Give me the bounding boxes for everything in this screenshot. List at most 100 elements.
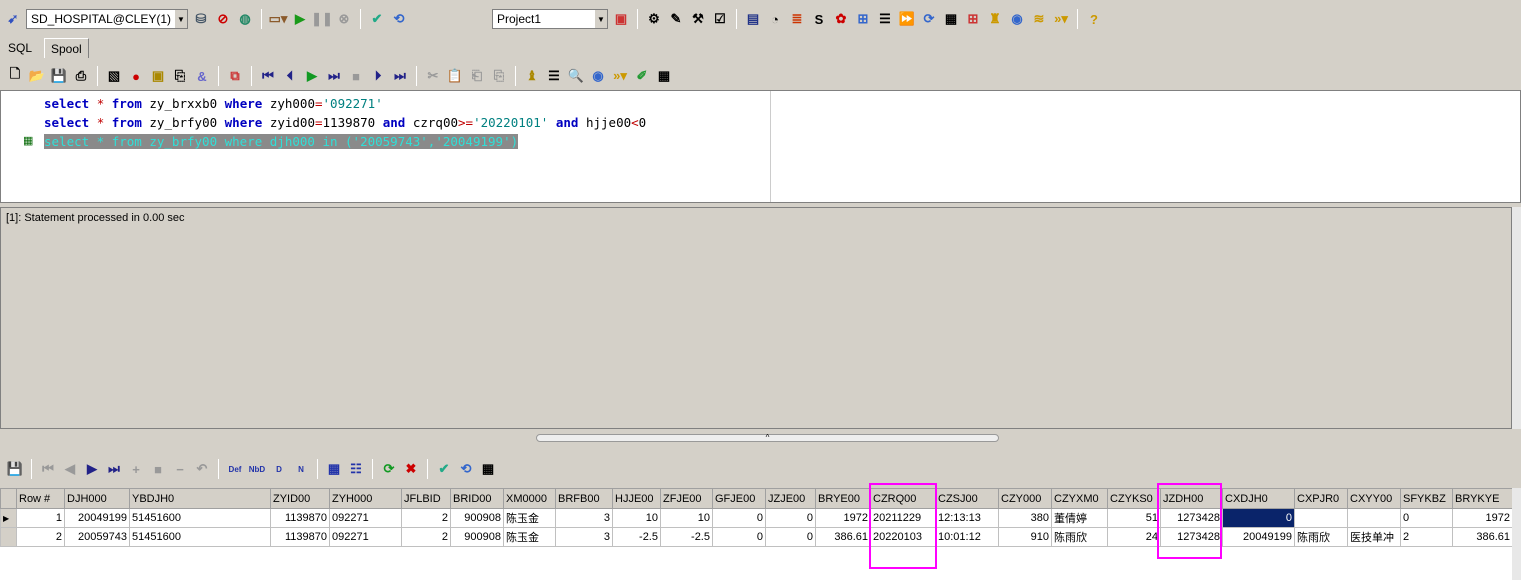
substitution-icon[interactable]: & bbox=[193, 67, 211, 85]
forward-icon[interactable]: ⏩ bbox=[898, 10, 916, 28]
refresh-icon[interactable]: ⟳ bbox=[380, 460, 398, 478]
column-header-djh000[interactable]: DJH000 bbox=[64, 488, 130, 509]
list-icon[interactable]: ☰ bbox=[545, 67, 563, 85]
cell-sfykbz[interactable]: 2 bbox=[1400, 527, 1453, 547]
connection-select[interactable]: SD_HOSPITAL@CLEY(1) ▼ bbox=[26, 9, 188, 29]
cell-cxpjr0[interactable] bbox=[1294, 508, 1348, 528]
cell-row[interactable]: 1 bbox=[16, 508, 65, 528]
n-icon[interactable]: N bbox=[292, 460, 310, 478]
snippet-icon[interactable]: »▾ bbox=[611, 67, 629, 85]
delete-record-icon[interactable]: − bbox=[171, 460, 189, 478]
column-header-czy000[interactable]: CZY000 bbox=[998, 488, 1052, 509]
sql-window-icon[interactable]: ▤ bbox=[744, 10, 762, 28]
stop-icon[interactable]: ■ bbox=[347, 67, 365, 85]
cell-zyid00[interactable]: 1139870 bbox=[270, 527, 330, 547]
column-header-brykye[interactable]: BRYKYE bbox=[1452, 488, 1513, 509]
record-view-icon[interactable]: ☷ bbox=[347, 460, 365, 478]
cell-czyxm0[interactable]: 董倩婷 bbox=[1051, 508, 1108, 528]
commit-icon[interactable]: ✔ bbox=[435, 460, 453, 478]
output-scrollbar[interactable] bbox=[1512, 207, 1521, 429]
connect-icon[interactable]: ➹ bbox=[4, 10, 22, 28]
cell-cxyy00[interactable]: 医技单冲 bbox=[1347, 527, 1401, 547]
column-header-ybdjh0[interactable]: YBDJH0 bbox=[129, 488, 271, 509]
copy-icon[interactable]: ⧉ bbox=[226, 67, 244, 85]
grid-icon[interactable]: ⊞ bbox=[964, 10, 982, 28]
row-indicator[interactable]: ▶ bbox=[0, 508, 17, 528]
tab-sql[interactable]: SQL bbox=[2, 38, 39, 58]
insert-record-icon[interactable]: + bbox=[127, 460, 145, 478]
cell-zyh000[interactable]: 092271 bbox=[329, 508, 402, 528]
last-icon[interactable]: ⏭ bbox=[325, 67, 343, 85]
print-icon[interactable]: ⎙ bbox=[72, 67, 90, 85]
last-page-icon[interactable]: ⏭ bbox=[391, 67, 409, 85]
cell-djh000[interactable]: 20049199 bbox=[64, 508, 130, 528]
cell-xm0000[interactable]: 陈玉金 bbox=[503, 527, 556, 547]
report-icon[interactable]: ◔ bbox=[766, 10, 784, 28]
save-icon[interactable]: 💾 bbox=[50, 67, 68, 85]
column-header-xm0000[interactable]: XM0000 bbox=[503, 488, 556, 509]
cell-jflbid[interactable]: 2 bbox=[401, 527, 451, 547]
cell-xm0000[interactable]: 陈玉金 bbox=[503, 508, 556, 528]
table-icon[interactable]: ▦ bbox=[942, 10, 960, 28]
nbd-icon[interactable]: NbD bbox=[248, 460, 266, 478]
next-page-icon[interactable]: ⏵ bbox=[369, 67, 387, 85]
web-icon[interactable]: ◍ bbox=[236, 10, 254, 28]
refresh-icon[interactable]: ⟳ bbox=[920, 10, 938, 28]
cell-czsj00[interactable]: 10:01:12 bbox=[935, 527, 999, 547]
cell-zyh000[interactable]: 092271 bbox=[329, 527, 402, 547]
table-row[interactable]: ▶ 1 20049199 51451600 1139870 092271 2 900908 陈玉… bbox=[0, 508, 1513, 528]
macro-icon[interactable]: ≋ bbox=[1030, 10, 1048, 28]
cell-row[interactable]: 2 bbox=[16, 527, 65, 547]
snippet-icon[interactable]: »▾ bbox=[1052, 10, 1070, 28]
project-select[interactable]: Project1 ▼ bbox=[492, 9, 608, 29]
format-icon[interactable]: ⎘ bbox=[490, 67, 508, 85]
plugin-icon[interactable]: ♜ bbox=[986, 10, 1004, 28]
break-icon[interactable]: ⊘ bbox=[214, 10, 232, 28]
column-header-row[interactable]: Row # bbox=[16, 488, 65, 509]
command-icon[interactable]: ≣ bbox=[788, 10, 806, 28]
first-record-icon[interactable]: ⏮ bbox=[39, 460, 57, 478]
cell-brfb00[interactable]: 3 bbox=[555, 527, 613, 547]
cell-brid00[interactable]: 900908 bbox=[450, 508, 504, 528]
cell-cxdjh0[interactable]: 20049199 bbox=[1222, 527, 1295, 547]
column-header-zfje00[interactable]: ZFJE00 bbox=[660, 488, 713, 509]
column-header-hjje00[interactable]: HJJE00 bbox=[612, 488, 661, 509]
cell-czyks0[interactable]: 24 bbox=[1107, 527, 1161, 547]
export-icon[interactable]: ▦ bbox=[479, 460, 497, 478]
cell-brfb00[interactable]: 3 bbox=[555, 508, 613, 528]
cell-zfje00[interactable]: 10 bbox=[660, 508, 713, 528]
d-icon[interactable]: D bbox=[270, 460, 288, 478]
next-icon[interactable]: ▶ bbox=[303, 67, 321, 85]
cell-sfykbz[interactable]: 0 bbox=[1400, 508, 1453, 528]
column-header-jflbid[interactable]: JFLBID bbox=[401, 488, 451, 509]
duplicate-record-icon[interactable]: ■ bbox=[149, 460, 167, 478]
open-sql-icon[interactable]: 📂 bbox=[28, 67, 46, 85]
column-header-cxyy00[interactable]: CXYY00 bbox=[1347, 488, 1401, 509]
cell-brykye[interactable]: 386.61 bbox=[1452, 527, 1513, 547]
save-icon[interactable]: 💾 bbox=[6, 460, 24, 478]
grid-scrollbar[interactable] bbox=[1512, 488, 1521, 580]
table-icon[interactable]: ▦ bbox=[655, 67, 673, 85]
logon-icon[interactable]: ⛁ bbox=[192, 10, 210, 28]
column-header-czsj00[interactable]: CZSJ00 bbox=[935, 488, 999, 509]
column-header-cxpjr0[interactable]: CXPJR0 bbox=[1294, 488, 1348, 509]
column-header-sfykbz[interactable]: SFYKBZ bbox=[1400, 488, 1453, 509]
cell-gfje00[interactable]: 0 bbox=[712, 527, 766, 547]
stop-icon[interactable]: ⊗ bbox=[335, 10, 353, 28]
column-header-brye00[interactable]: BRYE00 bbox=[815, 488, 871, 509]
cell-brykye[interactable]: 1972 bbox=[1452, 508, 1513, 528]
cell-zyid00[interactable]: 1139870 bbox=[270, 508, 330, 528]
splitter-handle[interactable]: ^ bbox=[536, 434, 999, 442]
cut-icon[interactable]: ✂ bbox=[424, 67, 442, 85]
browser-icon[interactable]: ◉ bbox=[1008, 10, 1026, 28]
rollback-icon[interactable]: ⟲ bbox=[390, 10, 408, 28]
commit-icon[interactable]: ✔ bbox=[368, 10, 386, 28]
cell-gfje00[interactable]: 0 bbox=[712, 508, 766, 528]
debug-icon[interactable]: ✿ bbox=[832, 10, 850, 28]
cell-hjje00[interactable]: -2.5 bbox=[612, 527, 661, 547]
list-icon[interactable]: ☰ bbox=[876, 10, 894, 28]
browser-icon[interactable]: ◉ bbox=[589, 67, 607, 85]
bind-icon[interactable]: ♝ bbox=[523, 67, 541, 85]
cell-brid00[interactable]: 900908 bbox=[450, 527, 504, 547]
clear-icon[interactable]: ✖ bbox=[402, 460, 420, 478]
